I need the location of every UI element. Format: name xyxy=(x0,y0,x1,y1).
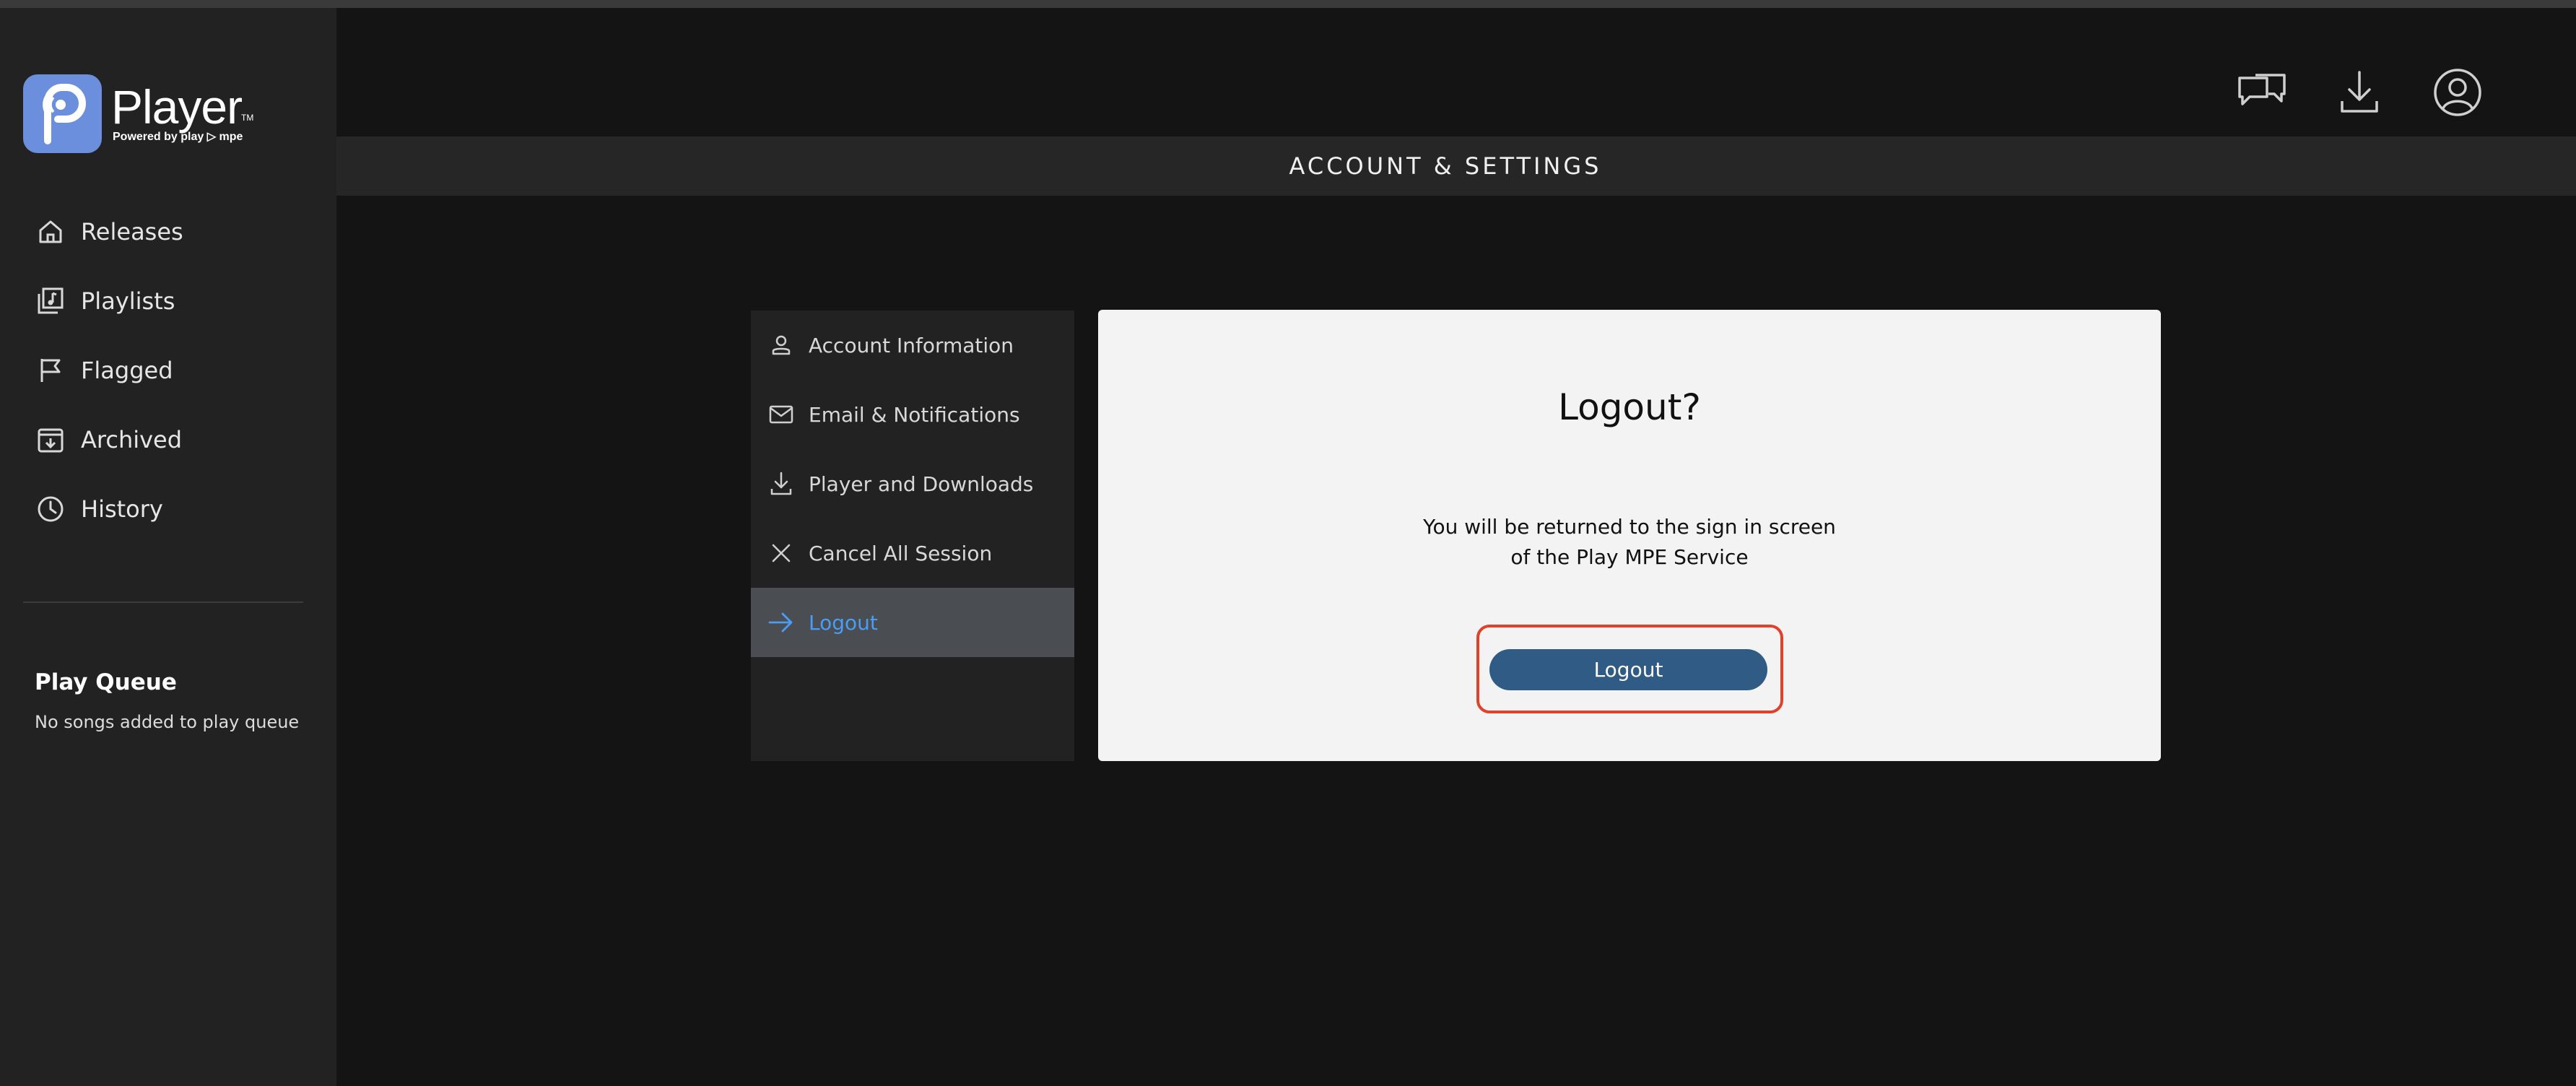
sidebar-item-label: History xyxy=(81,495,163,523)
menu-item-label: Email & Notifications xyxy=(809,402,1020,427)
menu-item-player-downloads[interactable]: Player and Downloads xyxy=(751,449,1074,518)
user-account-icon xyxy=(2434,69,2481,116)
settings-menu: Account Information Email & Notification… xyxy=(751,310,1074,761)
menu-item-logout[interactable]: Logout xyxy=(751,588,1074,657)
sidebar-item-archived[interactable]: Archived xyxy=(35,418,309,461)
logout-button[interactable]: Logout xyxy=(1489,649,1767,690)
sidebar-item-playlists[interactable]: Playlists xyxy=(35,279,309,323)
menu-item-label: Logout xyxy=(809,610,878,635)
playlist-icon xyxy=(38,287,64,314)
menu-item-label: Account Information xyxy=(809,333,1014,357)
sidebar-item-label: Playlists xyxy=(81,287,175,315)
account-button[interactable] xyxy=(2425,60,2490,125)
close-icon xyxy=(767,539,796,568)
home-icon xyxy=(39,220,62,243)
dialog-title: Logout? xyxy=(1558,386,1701,428)
menu-item-label: Player and Downloads xyxy=(809,472,1034,496)
dialog-message-line-1: You will be returned to the sign in scre… xyxy=(1423,515,1836,539)
sidebar-item-label: Releases xyxy=(81,218,183,246)
sidebar-item-history[interactable]: History xyxy=(35,487,309,531)
chat-icon xyxy=(2238,74,2286,105)
sidebar: Player TM Powered by play ▷ mpe Releases… xyxy=(0,8,336,1086)
downloads-button[interactable] xyxy=(2327,60,2392,125)
page-title: ACCOUNT & SETTINGS xyxy=(1289,152,1602,180)
menu-item-account-information[interactable]: Account Information xyxy=(751,310,1074,380)
download-icon xyxy=(2341,71,2378,113)
brand-name: Player xyxy=(111,80,243,134)
sidebar-item-label: Archived xyxy=(81,426,183,453)
menu-item-label: Cancel All Session xyxy=(809,541,993,565)
person-icon xyxy=(767,331,796,360)
dialog-message-line-2: of the Play MPE Service xyxy=(1510,545,1749,569)
top-bar xyxy=(336,8,2576,136)
sidebar-item-flagged[interactable]: Flagged xyxy=(35,349,309,392)
sidebar-item-label: Flagged xyxy=(81,357,173,384)
menu-item-cancel-all-session[interactable]: Cancel All Session xyxy=(751,518,1074,588)
menu-item-email-notifications[interactable]: Email & Notifications xyxy=(751,380,1074,449)
chat-button[interactable] xyxy=(2229,60,2294,125)
player-logo-icon xyxy=(23,74,102,153)
play-queue-empty-text: No songs added to play queue xyxy=(35,712,300,732)
window-top-border xyxy=(0,0,2576,8)
logout-dialog: Logout? You will be returned to the sign… xyxy=(1098,310,2161,761)
dialog-message: You will be returned to the sign in scre… xyxy=(1098,512,2161,573)
download-icon xyxy=(767,469,796,498)
archive-icon xyxy=(38,428,64,453)
arrow-right-icon xyxy=(767,608,796,637)
brand-trademark: TM xyxy=(241,113,254,123)
sidebar-item-releases[interactable]: Releases xyxy=(35,210,309,253)
play-queue-title: Play Queue xyxy=(35,669,177,695)
brand-powered-by: Powered by play ▷ mpe xyxy=(113,131,243,143)
mail-icon xyxy=(767,400,796,429)
flag-icon xyxy=(40,359,61,382)
section-header: ACCOUNT & SETTINGS xyxy=(336,136,2576,196)
sidebar-divider xyxy=(23,601,303,603)
app-logo[interactable]: Player TM Powered by play ▷ mpe xyxy=(23,66,254,153)
clock-icon xyxy=(38,496,64,522)
